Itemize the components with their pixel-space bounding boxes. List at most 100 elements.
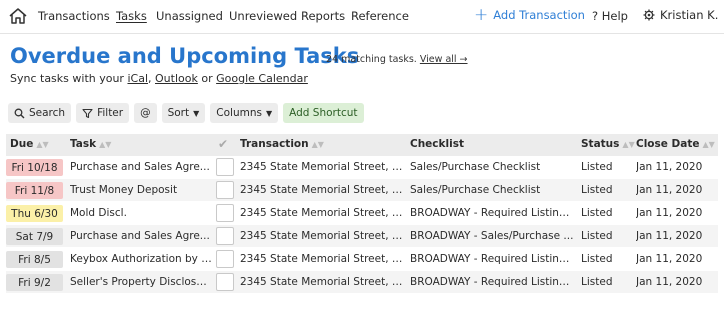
chevron-down-icon: ▼ bbox=[193, 108, 200, 118]
user-menu[interactable]: Kristian K. bbox=[643, 8, 718, 22]
help-link[interactable]: ? Help bbox=[592, 9, 628, 23]
columns-label: Columns bbox=[216, 107, 262, 119]
sync-prefix: Sync tasks with your bbox=[10, 72, 124, 85]
close-date-cell: Jan 11, 2020 bbox=[636, 207, 703, 219]
google-calendar-link[interactable]: Google Calendar bbox=[216, 72, 308, 85]
task-checkbox[interactable] bbox=[216, 181, 234, 199]
sort-label: Sort bbox=[167, 107, 190, 119]
due-badge: Fri 9/2 bbox=[6, 274, 63, 291]
tasks-table: Due ▲▼ Task ▲▼ ✔ Transaction ▲▼ Checklist S… bbox=[6, 134, 718, 294]
task-checkbox[interactable] bbox=[216, 158, 234, 176]
checklist-cell[interactable]: BROADWAY - Required Listing ... bbox=[410, 253, 576, 265]
task-header-label: Task bbox=[70, 138, 97, 150]
transaction-cell[interactable]: 2345 State Memorial Street, S... bbox=[240, 184, 405, 196]
nav-transactions[interactable]: Transactions bbox=[38, 9, 110, 23]
sort-icon: ▲▼ bbox=[36, 140, 49, 149]
add-transaction-button[interactable]: + Add Transaction bbox=[474, 5, 585, 25]
status-cell: Listed bbox=[581, 253, 613, 265]
question-icon: ? bbox=[592, 9, 599, 23]
status-cell: Listed bbox=[581, 184, 613, 196]
nav-unreviewed[interactable]: Unreviewed bbox=[229, 9, 297, 23]
checklist-cell[interactable]: BROADWAY - Required Listing ... bbox=[410, 276, 576, 288]
ical-link[interactable]: iCal bbox=[127, 72, 148, 85]
task-cell[interactable]: Purchase and Sales Agre... bbox=[70, 230, 212, 242]
sort-button[interactable]: Sort ▼ bbox=[161, 103, 206, 123]
checkmark-icon: ✔ bbox=[218, 137, 229, 151]
table-row[interactable]: Thu 6/30 Mold Discl. 2345 State Memorial S… bbox=[6, 202, 718, 225]
column-header-task[interactable]: Task ▲▼ bbox=[70, 138, 111, 150]
nav-unassigned[interactable]: Unassigned bbox=[156, 9, 223, 23]
calendar-sync: Sync tasks with your iCal, Outlook or Go… bbox=[10, 72, 308, 85]
search-label: Search bbox=[29, 107, 66, 119]
column-header-status[interactable]: Status ▲▼ bbox=[581, 138, 635, 150]
sync-or: or bbox=[201, 72, 213, 85]
close-date-cell: Jan 11, 2020 bbox=[636, 253, 703, 265]
task-checkbox[interactable] bbox=[216, 204, 234, 222]
gear-icon bbox=[643, 9, 655, 21]
task-checkbox[interactable] bbox=[216, 250, 234, 268]
close-date-cell: Jan 11, 2020 bbox=[636, 276, 703, 288]
due-badge: Fri 8/5 bbox=[6, 251, 63, 268]
checklist-cell[interactable]: BROADWAY - Sales/Purchase ... bbox=[410, 230, 576, 242]
add-shortcut-button[interactable]: Add Shortcut bbox=[283, 103, 364, 123]
column-header-close-date[interactable]: Close Date ▲▼ bbox=[636, 138, 715, 150]
columns-button[interactable]: Columns ▼ bbox=[210, 103, 279, 123]
task-cell[interactable]: Seller's Property Disclosur... bbox=[70, 276, 212, 288]
search-button[interactable]: Search bbox=[8, 103, 72, 123]
nav-reference[interactable]: Reference bbox=[351, 9, 409, 23]
due-badge: Thu 6/30 bbox=[6, 205, 63, 222]
home-icon[interactable] bbox=[8, 7, 28, 25]
filter-icon bbox=[82, 108, 93, 118]
transaction-cell[interactable]: 2345 State Memorial Street, S... bbox=[240, 230, 405, 242]
checklist-cell[interactable]: BROADWAY - Required Listing ... bbox=[410, 207, 576, 219]
search-icon bbox=[14, 108, 25, 118]
task-cell[interactable]: Purchase and Sales Agre... bbox=[70, 161, 212, 173]
close-date-cell: Jan 11, 2020 bbox=[636, 184, 703, 196]
table-row[interactable]: Fri 8/5 Keybox Authorization by T... 2345 … bbox=[6, 248, 718, 271]
nav-tasks[interactable]: Tasks bbox=[116, 9, 147, 23]
sort-icon: ▲▼ bbox=[622, 140, 635, 149]
nav-reports[interactable]: Reports bbox=[301, 9, 345, 23]
mention-button[interactable]: @ bbox=[134, 103, 157, 123]
checklist-cell[interactable]: Sales/Purchase Checklist bbox=[410, 184, 576, 196]
checklist-cell[interactable]: Sales/Purchase Checklist bbox=[410, 161, 576, 173]
plus-icon: + bbox=[474, 5, 489, 25]
user-name: Kristian K. bbox=[660, 8, 719, 22]
task-checkbox[interactable] bbox=[216, 273, 234, 291]
filter-button[interactable]: Filter bbox=[76, 103, 130, 123]
table-row[interactable]: Fri 10/18 Purchase and Sales Agre... 2345 … bbox=[6, 156, 718, 179]
match-count: 24 matching tasks. View all → bbox=[326, 54, 468, 65]
close-date-header-label: Close Date bbox=[636, 138, 700, 150]
due-badge: Sat 7/9 bbox=[6, 228, 63, 245]
task-cell[interactable]: Trust Money Deposit bbox=[70, 184, 212, 196]
sort-icon: ▲▼ bbox=[99, 140, 112, 149]
task-cell[interactable]: Mold Discl. bbox=[70, 207, 212, 219]
transaction-header-label: Transaction bbox=[240, 138, 309, 150]
column-header-checklist[interactable]: Checklist bbox=[410, 138, 464, 150]
task-checkbox[interactable] bbox=[216, 227, 234, 245]
add-transaction-label: Add Transaction bbox=[493, 8, 585, 22]
view-all-link[interactable]: View all → bbox=[420, 54, 468, 65]
status-cell: Listed bbox=[581, 161, 613, 173]
table-row[interactable]: Fri 9/2 Seller's Property Disclosur... 234… bbox=[6, 271, 718, 294]
chevron-down-icon: ▼ bbox=[265, 108, 273, 118]
transaction-cell[interactable]: 2345 State Memorial Street, S... bbox=[240, 253, 405, 265]
match-count-text: 24 matching tasks. bbox=[326, 54, 417, 65]
toolbar: Search Filter @ Sort ▼ Columns ▼ Add Sho… bbox=[8, 103, 364, 123]
status-cell: Listed bbox=[581, 207, 613, 219]
column-header-due[interactable]: Due ▲▼ bbox=[10, 138, 49, 150]
at-icon: @ bbox=[140, 107, 151, 119]
add-shortcut-label: Add Shortcut bbox=[289, 107, 358, 119]
column-header-transaction[interactable]: Transaction ▲▼ bbox=[240, 138, 324, 150]
outlook-link[interactable]: Outlook bbox=[155, 72, 198, 85]
sort-icon: ▲▼ bbox=[702, 140, 715, 149]
due-badge: Fri 10/18 bbox=[6, 159, 63, 176]
table-row[interactable]: Fri 11/8 Trust Money Deposit 2345 State Me… bbox=[6, 179, 718, 202]
transaction-cell[interactable]: 2345 State Memorial Street, S... bbox=[240, 276, 405, 288]
transaction-cell[interactable]: 2345 State Memorial Street, S... bbox=[240, 207, 405, 219]
table-row[interactable]: Sat 7/9 Purchase and Sales Agre... 2345 St… bbox=[6, 225, 718, 248]
filter-label: Filter bbox=[97, 107, 124, 119]
task-cell[interactable]: Keybox Authorization by T... bbox=[70, 253, 212, 265]
top-nav: Transactions Tasks Unassigned Unreviewed… bbox=[0, 0, 724, 34]
transaction-cell[interactable]: 2345 State Memorial Street, S... bbox=[240, 161, 405, 173]
